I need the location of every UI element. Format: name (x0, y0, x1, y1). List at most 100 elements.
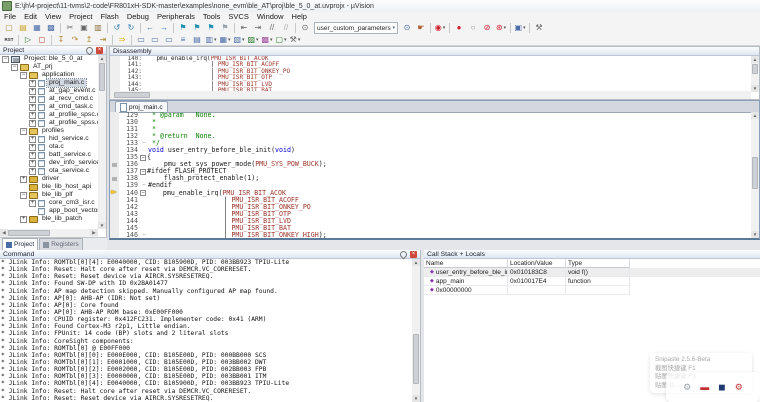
tree-item-at-cmd-task-c[interactable]: +at_cmd_task.c (0, 103, 98, 111)
breakpoint-margin[interactable] (110, 140, 119, 147)
menu-help[interactable]: Help (288, 12, 311, 22)
configure-target-icon[interactable]: ⚒ (533, 23, 545, 34)
save-icon[interactable]: ▦ (31, 23, 43, 34)
tree-item-ble-lib-plf[interactable]: −ble_lib_plf (0, 191, 98, 199)
step-over-icon[interactable]: ↷ (69, 34, 81, 45)
callstack-row-app-main[interactable]: ◆app_main0x010017E4function (424, 277, 760, 286)
tree-item-ble-lib-patch[interactable]: +ble_lib_patch (0, 215, 98, 223)
command-window-icon[interactable]: ▭ (135, 34, 147, 45)
menu-tools[interactable]: Tools (199, 12, 225, 22)
code-editor[interactable]: 129 * @param None.130 *131 *132 * @retur… (110, 112, 751, 238)
expand-icon[interactable]: + (29, 168, 36, 175)
collapse-icon[interactable]: − (2, 56, 9, 63)
breakpoint-margin[interactable] (110, 154, 119, 161)
fold-end-marker[interactable]: – (140, 232, 148, 238)
menu-debug[interactable]: Debug (123, 12, 153, 22)
menu-peripherals[interactable]: Peripherals (153, 12, 199, 22)
navigate-forward-icon[interactable]: → (158, 23, 170, 34)
registers-window-icon[interactable]: ≡ (177, 34, 189, 45)
toolbox-icon[interactable]: ⚒ (289, 34, 301, 45)
breakpoint-margin[interactable] (110, 147, 119, 154)
breakpoint-margin[interactable] (110, 182, 119, 189)
editor-line-138[interactable]: 138 flash_protect_enable(1); (110, 175, 751, 182)
pin-icon[interactable] (399, 249, 409, 259)
cut-icon[interactable]: ✂ (64, 23, 76, 34)
breakpoint-margin[interactable] (110, 112, 119, 119)
collapse-icon[interactable]: − (20, 128, 27, 135)
tree-item-dev-info-service-c[interactable]: +dev_info_service.c (0, 159, 98, 167)
reset-cpu-icon[interactable]: RST (3, 34, 15, 45)
tree-item-project-ble-5-0-at[interactable]: −Project: ble_5_0_at (0, 55, 98, 63)
workspace-tab-registers[interactable]: Registers (39, 238, 82, 250)
gear-icon[interactable]: ⚙ (683, 382, 691, 392)
uncomment-selection-icon[interactable]: // (280, 23, 292, 34)
expand-icon[interactable]: + (29, 144, 36, 151)
breakpoint-margin[interactable] (110, 225, 119, 232)
undo-icon[interactable]: ↺ (111, 23, 123, 34)
expand-icon[interactable]: + (29, 112, 36, 119)
system-viewer-icon[interactable]: ▢ (275, 34, 287, 45)
callstack-row-0x00000000[interactable]: ◆0x00000000 (424, 286, 760, 295)
close-icon[interactable] (410, 251, 417, 258)
tree-item-at-prj[interactable]: −AT_prj (0, 63, 98, 71)
fold-collapse-icon[interactable]: − (140, 190, 146, 196)
tree-item-at-profile-spsc-c[interactable]: +at_profile_spsc.c (0, 111, 98, 119)
bookmark-next-icon[interactable]: ⚑ (205, 23, 217, 34)
enable-disable-breakpoint-icon[interactable]: ○ (467, 23, 479, 34)
project-tree-vscrollbar[interactable]: ▲▼ (98, 55, 106, 229)
expand-icon[interactable]: + (29, 88, 36, 95)
pin-icon[interactable] (85, 45, 95, 55)
column-name[interactable]: Name (424, 259, 508, 268)
expand-icon[interactable]: + (29, 96, 36, 103)
logic-analyzer-icon[interactable]: ▨ (247, 34, 259, 45)
menu-flash[interactable]: Flash (97, 12, 123, 22)
incremental-find-icon[interactable]: ☛ (415, 23, 427, 34)
project-tree-hscrollbar[interactable]: ◀▶ (0, 229, 98, 237)
tree-item-ota-service-c[interactable]: +ota_service.c (0, 167, 98, 175)
search-combo[interactable]: user_custom_parameters (314, 22, 398, 34)
run-icon[interactable]: ▷ (22, 34, 34, 45)
indent-icon[interactable]: ⇥ (252, 23, 264, 34)
callstack-row-user-entry-before-ble-init[interactable]: ◆user_entry_before_ble_init0x010183C8voi… (424, 268, 760, 277)
navigate-back-icon[interactable]: ← (144, 23, 156, 34)
breakpoint-margin[interactable] (110, 211, 119, 218)
find-in-files-icon[interactable]: ⊙ (299, 23, 311, 34)
expand-icon[interactable]: + (20, 216, 27, 223)
tree-item-at-recv-cmd-c[interactable]: +at_recv_cmd.c (0, 95, 98, 103)
command-vscrollbar[interactable]: ▲▼ (412, 259, 420, 402)
save-all-icon[interactable]: ▩ (45, 23, 57, 34)
breakpoint-margin[interactable] (110, 175, 119, 182)
symbol-window-icon[interactable]: ▭ (163, 34, 175, 45)
find-next-icon[interactable]: ⊙ (401, 23, 413, 34)
breakpoint-margin[interactable] (110, 190, 119, 197)
close-icon[interactable] (96, 47, 103, 54)
tree-item-core-cm3-isr-c[interactable]: +core_cm3_isr.c (0, 199, 98, 207)
expand-icon[interactable]: + (29, 80, 36, 87)
column-type[interactable]: Type (566, 259, 630, 268)
breakpoint-margin[interactable] (110, 197, 119, 204)
expand-icon[interactable]: + (29, 160, 36, 167)
menu-view[interactable]: View (41, 12, 65, 22)
expand-icon[interactable]: + (29, 120, 36, 127)
call-stack-window-icon[interactable]: ▤ (191, 34, 203, 45)
watch-window-icon[interactable]: ▥ (205, 34, 217, 45)
editor-line-132[interactable]: 132 * @return None. (110, 133, 751, 140)
editor-line-129[interactable]: 129 * @param None. (110, 112, 751, 119)
memory-window-icon[interactable]: ▦ (219, 34, 231, 45)
menu-project[interactable]: Project (65, 12, 96, 22)
menu-window[interactable]: Window (253, 12, 288, 22)
step-into-icon[interactable]: ↧ (55, 34, 67, 45)
tree-item-batt-service-c[interactable]: +batt_service.c (0, 151, 98, 159)
bookmark-toggle-icon[interactable]: ⚑ (177, 23, 189, 34)
paste-icon[interactable]: ▥ (92, 23, 104, 34)
disable-all-breakpoints-icon[interactable]: ⊘ (481, 23, 493, 34)
tree-item-hid-service-c[interactable]: +hid_service.c (0, 135, 98, 143)
breakpoint-margin[interactable] (110, 218, 119, 225)
breakpoint-margin[interactable] (110, 133, 119, 140)
menu-file[interactable]: File (0, 12, 20, 22)
tree-item-at-gap-event-c[interactable]: +at_gap_event.c (0, 87, 98, 95)
trace-window-icon[interactable]: ▩ (261, 34, 273, 45)
expand-icon[interactable]: + (20, 176, 27, 183)
menu-svcs[interactable]: SVCS (224, 12, 252, 22)
red-gear-icon[interactable]: ⚙ (735, 382, 743, 392)
